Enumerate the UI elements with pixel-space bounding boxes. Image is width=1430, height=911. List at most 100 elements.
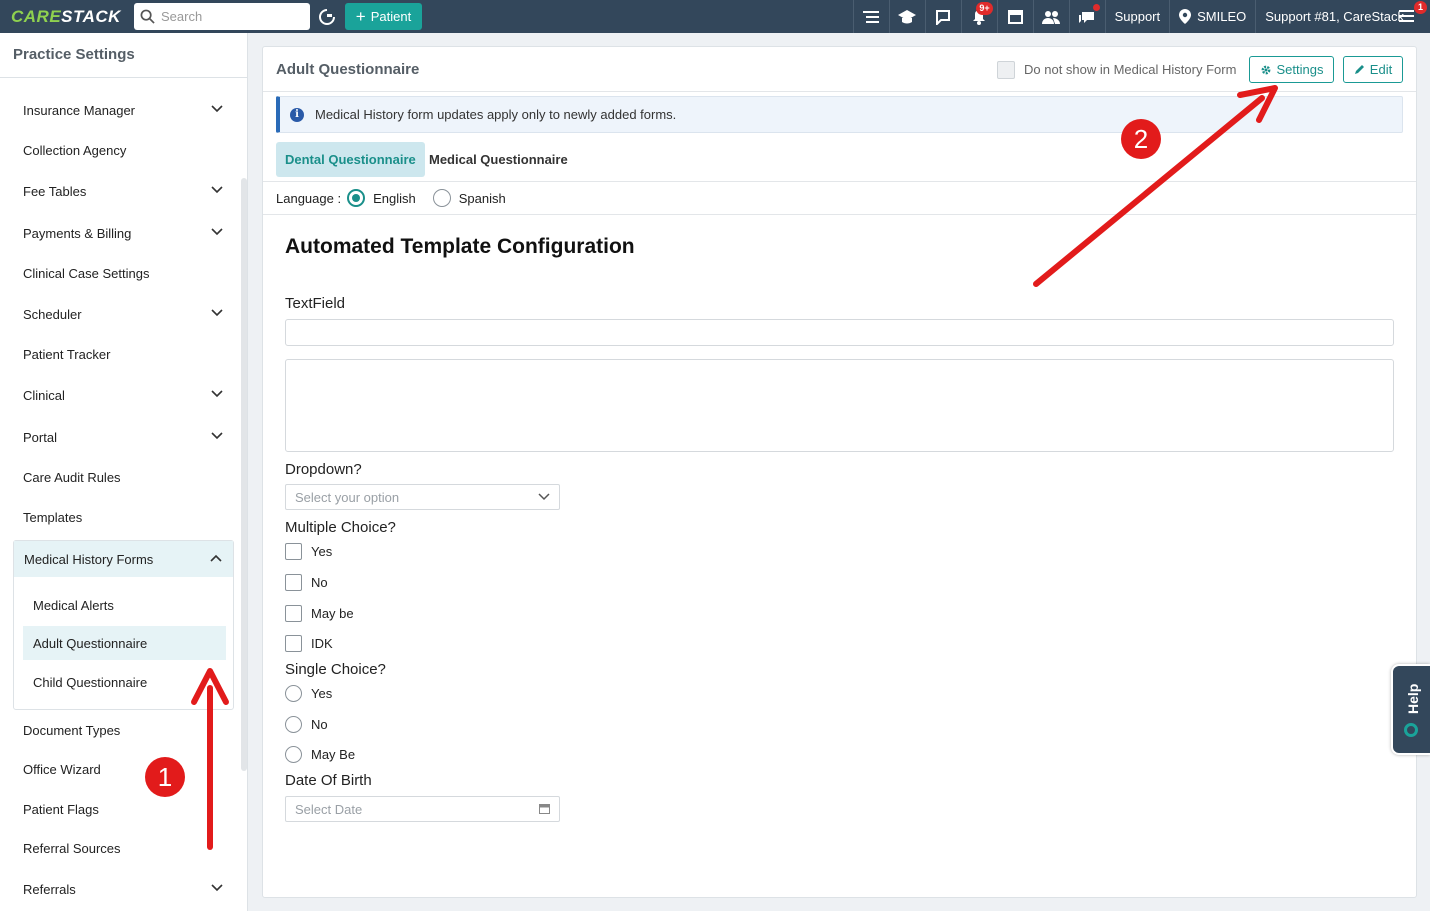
sidebar-item-label: Patient Tracker (23, 346, 111, 362)
hide-form-checkbox[interactable] (997, 61, 1015, 79)
adult-questionnaire-panel: Adult Questionnaire Do not show in Medic… (262, 46, 1417, 898)
checkbox[interactable] (285, 542, 302, 560)
language-option-english[interactable]: English (373, 191, 416, 206)
info-icon: i (290, 107, 304, 122)
date-of-birth-input[interactable]: Select Date (285, 796, 560, 822)
sidebar-item-patient-tracker[interactable]: Patient Tracker (13, 336, 234, 372)
textarea-input[interactable] (285, 359, 1394, 452)
quick-action-icon[interactable] (318, 8, 336, 26)
chevron-down-icon (538, 493, 550, 501)
single-choice-option[interactable]: No (285, 715, 328, 733)
info-banner: i Medical History form updates apply onl… (276, 96, 1403, 133)
sidebar-item-fee-tables[interactable]: Fee Tables (13, 173, 234, 209)
sidebar-item-portal[interactable]: Portal (13, 419, 234, 455)
edit-button[interactable]: Edit (1343, 56, 1403, 83)
tasks-icon[interactable] (852, 0, 889, 33)
single-choice-option[interactable]: Yes (285, 684, 332, 702)
option-label: Yes (311, 543, 333, 559)
sidebar-item-label: Referral Sources (23, 840, 121, 856)
tab-medical-questionnaire[interactable]: Medical Questionnaire (420, 142, 577, 177)
multiple-choice-option[interactable]: No (285, 573, 328, 591)
sidebar-item-clinical[interactable]: Clinical (13, 377, 234, 413)
logo-part-stack: STACK (61, 6, 121, 26)
sidebar-item-label: Templates (23, 509, 83, 525)
search-placeholder: Search (161, 9, 203, 24)
sidebar-item-medical-history-forms[interactable]: Medical History Forms (14, 541, 233, 577)
radio-button[interactable] (285, 684, 302, 702)
form-title: Automated Template Configuration (285, 235, 635, 258)
support-link[interactable]: Support (1104, 0, 1170, 33)
textfield-input[interactable] (285, 319, 1394, 346)
multiple-choice-option[interactable]: May be (285, 604, 354, 622)
checkbox[interactable] (285, 634, 302, 652)
language-option-spanish[interactable]: Spanish (459, 191, 506, 206)
sidebar-item-referrals[interactable]: Referrals (13, 871, 234, 907)
sidebar-item-label: Referrals (23, 881, 76, 897)
sidebar-subitem-child-questionnaire[interactable]: Child Questionnaire (23, 665, 226, 699)
help-tab[interactable]: Help (1391, 664, 1430, 755)
chat-icon[interactable] (924, 0, 961, 33)
user-menu[interactable]: Support #81, CareStack 1 (1255, 0, 1430, 33)
calendar-icon[interactable] (996, 0, 1033, 33)
language-label: Language : (276, 190, 342, 206)
sidebar-item-label: Payments & Billing (23, 225, 132, 241)
option-label: Yes (311, 685, 333, 701)
chevron-up-icon (210, 554, 222, 562)
language-radio-english[interactable] (347, 189, 366, 207)
sidebar-subitem-label: Medical Alerts (33, 597, 114, 613)
dropdown-select[interactable]: Select your option (285, 484, 560, 510)
date-placeholder: Select Date (295, 801, 363, 817)
chevron-down-icon (211, 432, 223, 440)
sidebar-item-insurance-manager[interactable]: Insurance Manager (13, 92, 234, 128)
language-radio-spanish[interactable] (432, 189, 451, 207)
add-patient-button[interactable]: + Patient (345, 3, 422, 30)
location-pin-icon (1179, 9, 1192, 24)
carestack-logo[interactable]: CARESTACK (0, 7, 125, 27)
sidebar-item-templates[interactable]: Templates (13, 499, 234, 535)
pencil-icon (1354, 65, 1364, 74)
radio-button[interactable] (285, 745, 302, 763)
sidebar-item-patient-flags[interactable]: Patient Flags (13, 791, 234, 827)
option-label: No (311, 574, 328, 590)
chevron-down-icon (211, 309, 223, 317)
annotation-step-2: 2 (1121, 119, 1161, 159)
radio-button[interactable] (285, 715, 302, 733)
sidebar-group-medical-history-forms: Medical History Forms Medical Alerts Adu… (13, 540, 234, 710)
sidebar-item-label: Care Audit Rules (23, 469, 121, 485)
sidebar-item-label: Scheduler (23, 306, 82, 322)
multiple-choice-option[interactable]: Yes (285, 542, 332, 560)
sidebar-item-collection-agency[interactable]: Collection Agency (13, 132, 234, 168)
notifications-icon[interactable]: 9+ (960, 0, 997, 33)
logo-part-care: CARE (11, 6, 62, 26)
checkbox[interactable] (285, 604, 302, 622)
users-icon[interactable] (1032, 0, 1069, 33)
hide-form-checkbox-label: Do not show in Medical History Form (1024, 62, 1237, 77)
calendar-icon (539, 804, 550, 814)
multiple-choice-option[interactable]: IDK (285, 634, 333, 652)
sidebar-subitem-adult-questionnaire[interactable]: Adult Questionnaire (23, 626, 226, 660)
sidebar-item-office-wizard[interactable]: Office Wizard (13, 751, 234, 787)
sidebar-item-clinical-case-settings[interactable]: Clinical Case Settings (13, 255, 234, 291)
academy-icon[interactable] (888, 0, 925, 33)
sidebar-item-label: Clinical (23, 387, 65, 403)
sidebar-item-scheduler[interactable]: Scheduler (13, 296, 234, 332)
chevron-down-icon (211, 390, 223, 398)
sidebar-scrollbar[interactable] (241, 178, 247, 771)
sidebar-item-referral-sources[interactable]: Referral Sources (13, 830, 234, 866)
checkbox[interactable] (285, 573, 302, 591)
search-input[interactable]: Search (134, 3, 310, 30)
single-choice-option[interactable]: May Be (285, 745, 355, 763)
sidebar-item-document-types[interactable]: Document Types (13, 712, 234, 748)
top-navigation-bar: CARESTACK Search + Patient 9+ Support SMI… (0, 0, 1430, 33)
sidebar-item-label: Patient Flags (23, 801, 99, 817)
settings-button[interactable]: Settings (1249, 56, 1334, 83)
chevron-down-icon (211, 228, 223, 236)
sidebar-item-payments-billing[interactable]: Payments & Billing (13, 215, 234, 251)
sidebar-subitem-medical-alerts[interactable]: Medical Alerts (23, 588, 226, 622)
sidebar-item-care-audit-rules[interactable]: Care Audit Rules (13, 459, 234, 495)
option-label: May Be (311, 746, 356, 762)
tab-dental-questionnaire[interactable]: Dental Questionnaire (276, 142, 425, 177)
user-badge: 1 (1414, 1, 1427, 14)
location-selector[interactable]: SMILEO (1169, 0, 1255, 33)
messages-icon[interactable] (1068, 0, 1105, 33)
